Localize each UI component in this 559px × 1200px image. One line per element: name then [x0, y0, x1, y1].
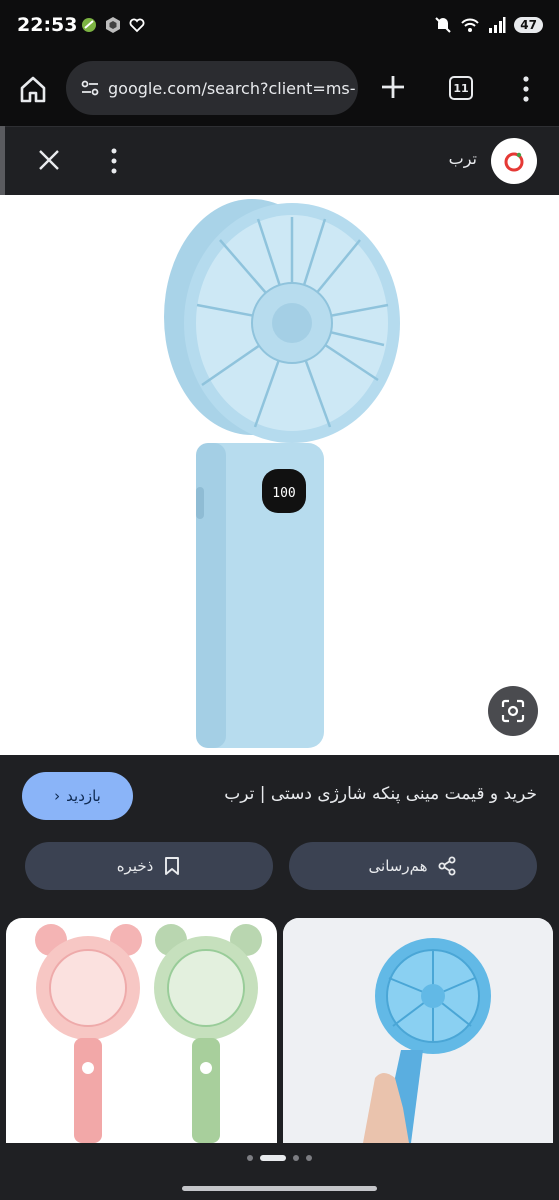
source-name[interactable]: ترب: [449, 149, 477, 168]
handheld-fan-image: 100: [164, 199, 400, 748]
carousel-dot[interactable]: [306, 1155, 312, 1161]
bear-fans-image: [35, 924, 262, 1143]
browser-toolbar: google.com/search?client=ms- 11: [0, 56, 559, 126]
related-image-1[interactable]: [6, 918, 277, 1143]
save-button[interactable]: ذخیره: [25, 842, 273, 890]
related-image-2[interactable]: [283, 918, 553, 1143]
system-icons: 47: [434, 16, 543, 34]
battery-level: 47: [514, 17, 543, 33]
tab-switcher-button[interactable]: 11: [449, 76, 473, 100]
bookmark-icon: [165, 857, 180, 875]
address-bar[interactable]: google.com/search?client=ms-: [66, 61, 358, 115]
notification-icons: [80, 16, 146, 34]
signal-icon: [489, 17, 506, 33]
visit-button[interactable]: بازدید ‹: [22, 772, 133, 820]
more-options-icon[interactable]: [514, 74, 538, 104]
status-bar: 22:53 47: [0, 0, 559, 56]
app-icon: [106, 17, 120, 33]
share-icon: [438, 856, 456, 876]
carousel-indicator: [0, 1155, 559, 1161]
gesture-home-indicator[interactable]: [182, 1186, 377, 1191]
hand-fan-image: [283, 918, 553, 1143]
mute-icon: [435, 17, 452, 33]
share-button[interactable]: هم‌رسانی: [289, 842, 537, 890]
heart-icon: [129, 18, 145, 33]
source-favicon[interactable]: [491, 138, 537, 184]
new-tab-icon[interactable]: [378, 72, 408, 102]
close-icon[interactable]: [36, 147, 62, 173]
visit-label: بازدید: [66, 787, 101, 805]
share-label: هم‌رسانی: [368, 857, 428, 875]
lens-icon: [501, 699, 525, 723]
notification-icon: [82, 18, 96, 32]
wifi-icon: [461, 18, 480, 32]
home-icon[interactable]: [18, 74, 48, 104]
status-time: 22:53: [17, 14, 78, 36]
url-text: google.com/search?client=ms-: [108, 78, 356, 98]
panel-menu-icon[interactable]: [104, 147, 124, 175]
carousel-dot[interactable]: [293, 1155, 299, 1161]
torob-logo-icon: [504, 152, 524, 172]
carousel-dot[interactable]: [247, 1155, 253, 1161]
site-settings-icon[interactable]: [80, 78, 100, 98]
fan-display-text: 100: [272, 486, 295, 501]
image-panel-header: ترب: [0, 126, 559, 194]
chevron-left-icon: ‹: [54, 787, 61, 805]
carousel-dot-active[interactable]: [260, 1155, 286, 1161]
google-lens-button[interactable]: [488, 686, 538, 736]
result-title[interactable]: خرید و قیمت مینی پنکه شارژی دستی | ترب: [224, 784, 537, 804]
save-label: ذخیره: [116, 857, 154, 875]
preview-image[interactable]: 100: [0, 195, 559, 755]
